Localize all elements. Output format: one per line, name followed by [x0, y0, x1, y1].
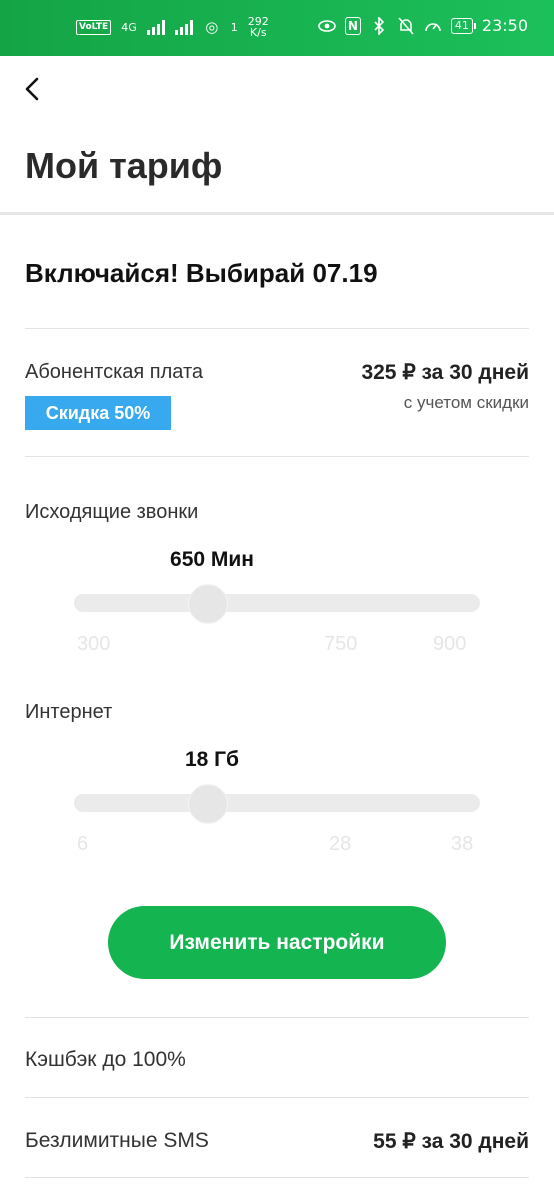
header-divider — [0, 212, 554, 215]
calls-label: Исходящие звонки — [25, 501, 199, 523]
plan-name: Включайся! Выбирай 07.19 — [25, 258, 378, 288]
internet-slider[interactable] — [74, 784, 480, 824]
internet-tick: 28 — [329, 833, 352, 855]
page-title: Мой тариф — [25, 145, 223, 186]
calls-slider[interactable] — [74, 584, 480, 624]
internet-tick: 38 — [451, 833, 474, 855]
battery-indicator: 41 — [450, 17, 476, 34]
chevron-left-icon — [25, 77, 39, 101]
signal-icon — [146, 19, 165, 35]
divider — [25, 328, 529, 329]
net-speed: 292 K/s — [248, 16, 269, 38]
divider — [25, 1177, 529, 1178]
internet-slider-thumb[interactable] — [188, 784, 228, 824]
fee-label: Абонентская плата — [25, 361, 204, 383]
status-bar: VoLTE 4G ◎ 1 292 K/s N 41 23:50 — [0, 0, 554, 56]
calls-tick: 750 — [324, 633, 358, 655]
calls-tick: 300 — [77, 633, 111, 655]
change-settings-button[interactable]: Изменить настройки — [108, 906, 446, 979]
fee-note: с учетом скидки — [403, 393, 529, 412]
sms-label: Безлимитные SMS — [25, 1129, 209, 1152]
discount-badge: Скидка 50% — [25, 396, 171, 430]
divider — [25, 1017, 529, 1018]
bluetooth-icon — [370, 16, 388, 35]
calls-value: 650 Мин — [170, 548, 254, 571]
fee-value: 325 ₽ за 30 дней — [361, 361, 529, 384]
speedometer-icon — [424, 17, 442, 35]
back-button[interactable] — [22, 74, 46, 104]
hotspot-icon: ◎ — [205, 18, 219, 36]
clock: 23:50 — [481, 16, 528, 35]
network-type: 4G — [121, 20, 137, 34]
internet-value: 18 Гб — [184, 748, 240, 771]
net-speed-unit: K/s — [249, 26, 267, 39]
sms-value: 55 ₽ за 30 дней — [373, 1130, 529, 1153]
internet-label: Интернет — [25, 701, 113, 723]
sim-number: 1 — [230, 20, 238, 34]
divider — [25, 1097, 529, 1098]
status-left: VoLTE 4G ◎ 1 292 K/s — [76, 16, 269, 38]
status-right: N 41 23:50 — [318, 16, 528, 35]
calls-slider-thumb[interactable] — [188, 584, 228, 624]
internet-tick: 6 — [77, 833, 89, 855]
eye-icon — [318, 17, 336, 35]
bell-off-icon — [397, 17, 415, 35]
signal-2-icon — [174, 19, 193, 35]
nfc-icon: N — [344, 16, 361, 35]
volte-indicator: VoLTE — [76, 19, 112, 35]
calls-tick: 900 — [433, 633, 467, 655]
cashback-label: Кэшбэк до 100% — [25, 1048, 186, 1071]
divider — [25, 456, 529, 457]
